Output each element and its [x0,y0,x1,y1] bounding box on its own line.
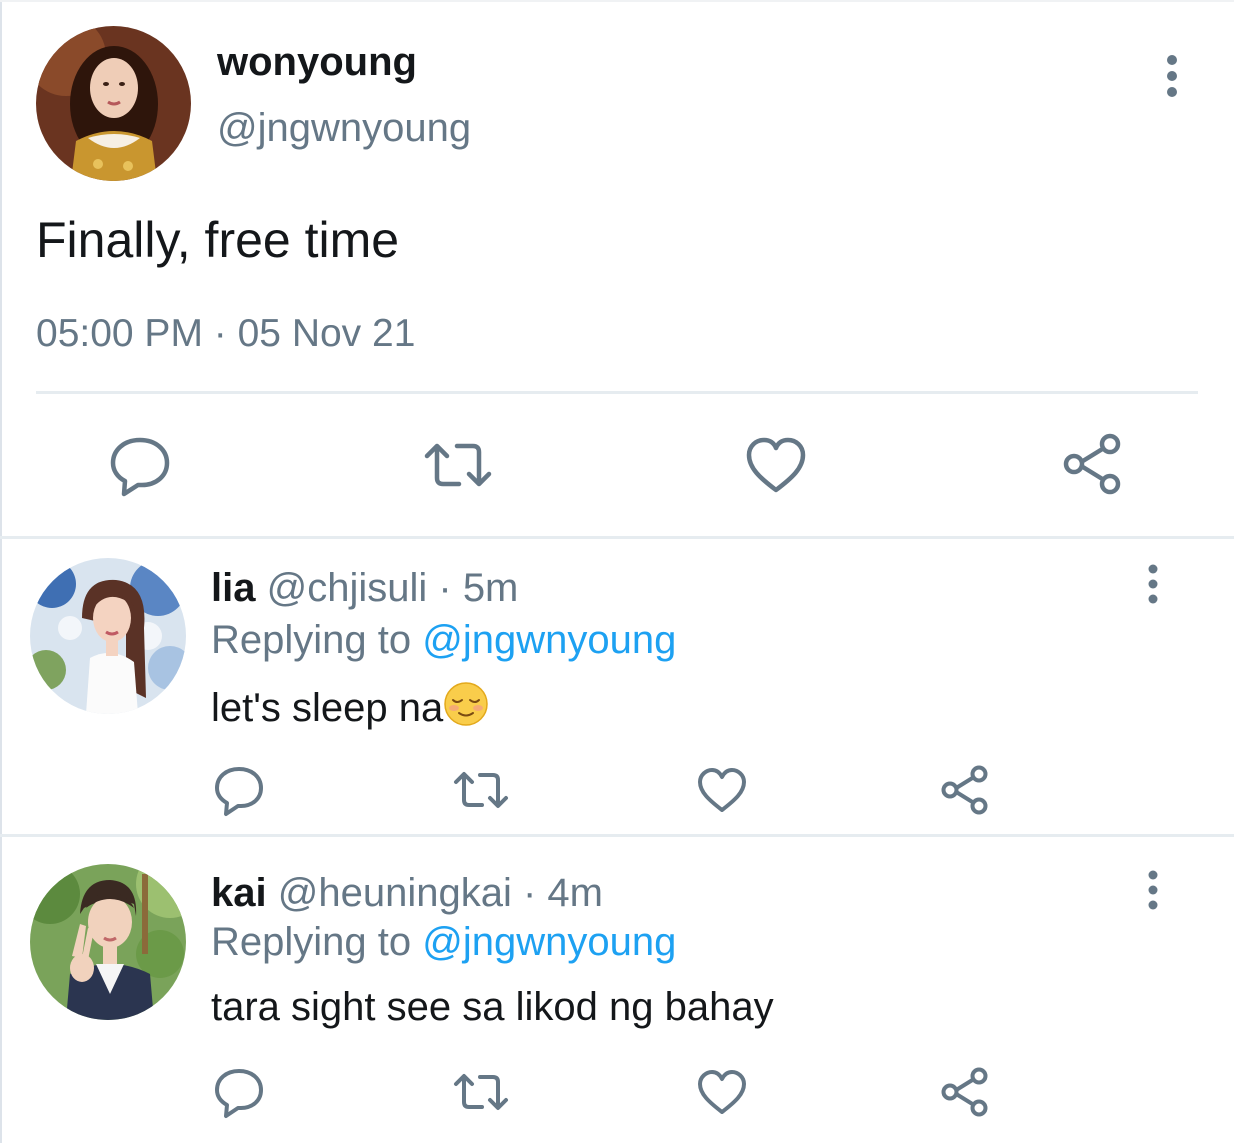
avatar-photo [30,864,186,1020]
mention-link[interactable]: @jngwnyoung [422,920,676,964]
reply-text: let's sleep na [211,681,489,731]
relieved-face-emoji [444,682,488,726]
retweet-icon[interactable] [423,430,493,500]
display-name[interactable]: kai [211,871,267,915]
display-name[interactable]: wonyoung [217,38,417,86]
main-tweet: wonyoung @jngwnyoung Finally, free time … [0,0,1234,537]
comment-icon[interactable] [211,1064,267,1120]
comment-icon[interactable] [211,762,267,818]
reply-item[interactable]: kai @heuningkai · 4m Replying to @jngwny… [0,845,1234,1143]
tweet-time: 05:00 PM [36,312,203,355]
avatar-photo [36,26,191,181]
heart-icon[interactable] [741,430,811,500]
share-icon[interactable] [937,762,993,818]
heart-icon[interactable] [694,762,750,818]
user-handle[interactable]: @heuningkai [278,871,512,915]
share-icon[interactable] [937,1064,993,1120]
divider [36,391,1198,394]
retweet-icon[interactable] [453,1064,509,1120]
display-name[interactable]: lia [211,566,255,610]
comment-icon[interactable] [105,430,175,500]
replying-to: Replying to @jngwnyoung [211,617,676,663]
tweet-text: Finally, free time [36,212,400,268]
replying-to-label: Replying to [211,618,423,662]
heart-icon[interactable] [694,1064,750,1120]
reply-time: 5m [462,566,519,610]
tweet-timestamp: 05:00 PM · 05 Nov 21 [36,310,415,358]
more-options-icon[interactable] [1135,869,1171,911]
replying-to-label: Replying to [211,920,423,964]
mention-link[interactable]: @jngwnyoung [422,618,676,662]
tweet-date: 05 Nov 21 [237,312,416,355]
reply-text-content: let's sleep na [211,686,444,730]
reply-header: kai @heuningkai · 4m [211,870,603,916]
avatar[interactable] [30,558,186,714]
replying-to: Replying to @jngwnyoung [211,919,676,965]
reply-item[interactable]: lia @chjisuli · 5m Replying to @jngwnyou… [0,539,1234,833]
share-icon[interactable] [1058,430,1128,500]
avatar[interactable] [30,864,186,1020]
reply-header: lia @chjisuli · 5m [211,565,518,611]
meta-separator: · [511,871,548,915]
retweet-icon[interactable] [453,762,509,818]
meta-separator: · [427,566,463,610]
user-handle[interactable]: @chjisuli [267,566,428,610]
meta-separator: · [202,312,238,355]
avatar[interactable] [36,26,191,181]
more-options-icon[interactable] [1135,563,1171,605]
divider [0,834,1234,837]
avatar-photo [30,558,186,714]
user-handle[interactable]: @jngwnyoung [217,104,471,152]
reply-text: tara sight see sa likod ng bahay [211,985,774,1029]
more-options-icon[interactable] [1152,54,1192,98]
reply-time: 4m [547,871,603,915]
